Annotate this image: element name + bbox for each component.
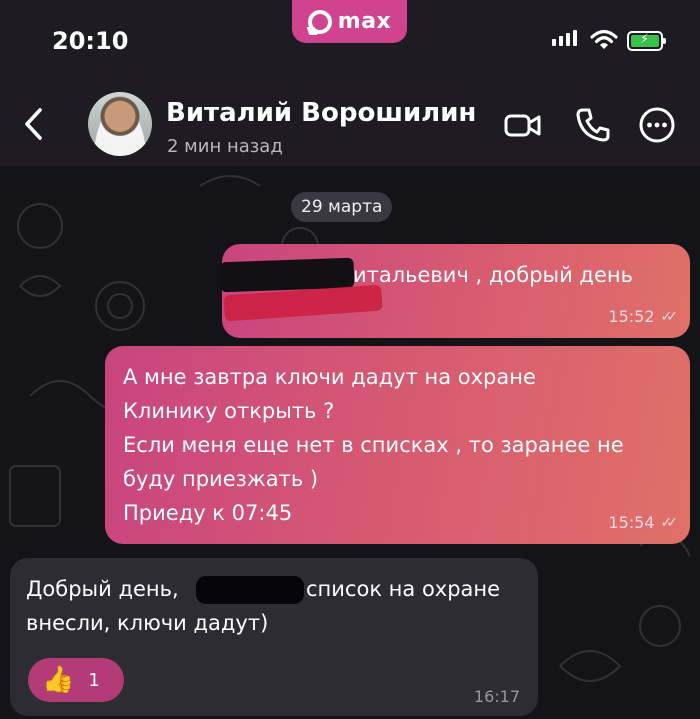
message-meta: 15:52 ✓✓ [608, 307, 679, 326]
message-line: А мне завтра ключи дадут на охране [123, 365, 536, 389]
message-time: 15:52 [608, 307, 655, 326]
message-line: буду приезжать ) [123, 467, 319, 491]
phone-icon[interactable] [573, 105, 613, 145]
message-time: 15:54 [608, 513, 655, 532]
max-logo-icon [307, 9, 332, 34]
back-arrow-icon[interactable] [22, 107, 44, 141]
incoming-message[interactable]: Добрый день, список на охране внесли, кл… [10, 558, 538, 716]
message-line: Приеду к 07:45 [123, 501, 293, 525]
message-meta: 16:17 [474, 687, 520, 706]
wifi-icon [590, 29, 618, 49]
top-bar: max 20:10 Виталий Ворошилин 2 мин назад [0, 0, 700, 166]
reaction-chip[interactable]: 👍 1 [28, 658, 124, 702]
app-brand: max [337, 9, 392, 34]
thumbs-up-icon: 👍 [42, 665, 75, 695]
chat-area[interactable]: 29 марта Виталий Витальевич , добрый ден… [0, 166, 700, 719]
read-checkmarks-icon: ✓✓ [660, 308, 679, 325]
message-text-start: Добрый день, [26, 577, 179, 601]
outgoing-message[interactable]: А мне завтра ключи дадут на охране Клини… [105, 346, 690, 544]
redaction-mark [196, 576, 304, 604]
message-time: 16:17 [473, 687, 520, 706]
battery-icon [627, 31, 666, 51]
contact-last-seen: 2 мин назад [167, 136, 283, 157]
app-brand-pill: max [292, 0, 407, 43]
read-checkmarks-icon: ✓✓ [660, 514, 679, 531]
contact-avatar[interactable] [88, 92, 152, 156]
cellular-signal-icon [552, 30, 577, 46]
reaction-count: 1 [88, 669, 100, 691]
status-time: 20:10 [52, 27, 129, 55]
more-icon[interactable] [637, 105, 677, 145]
video-camera-icon[interactable] [503, 105, 543, 145]
message-text: внесли, ключи дадут) [26, 611, 269, 635]
contact-name[interactable]: Виталий Ворошилин [166, 98, 476, 128]
outgoing-message[interactable]: Виталий Витальевич , добрый день 15:52 ✓… [219, 244, 690, 338]
message-text-end: список на охране [306, 577, 501, 601]
message-meta: 15:54 ✓✓ [608, 513, 679, 532]
date-separator: 29 марта [291, 192, 393, 222]
message-line: Клинику открыть ? [123, 399, 335, 423]
message-line: Если меня еще нет в списках , то заранее… [123, 433, 624, 457]
